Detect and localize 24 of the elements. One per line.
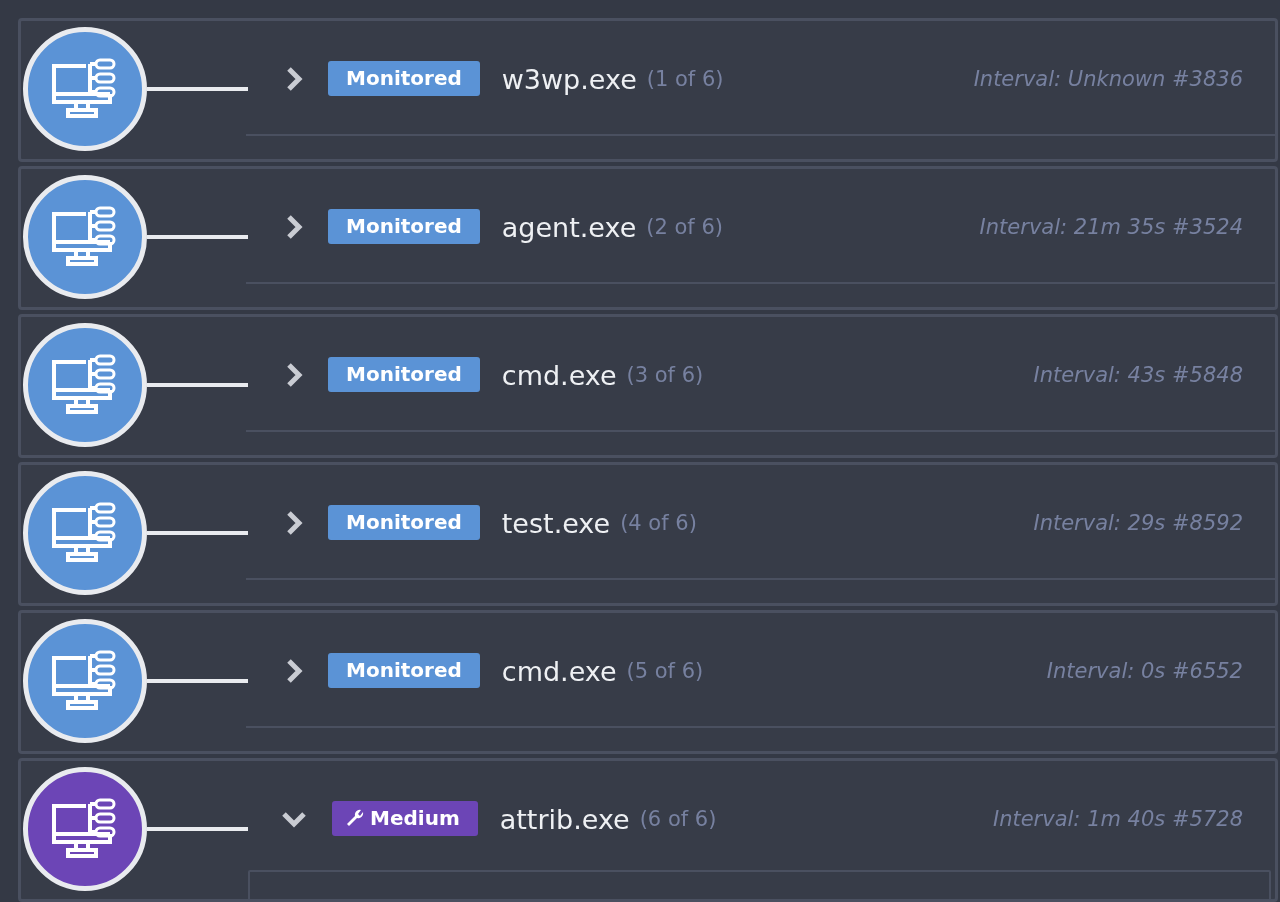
process-name: test.exe — [501, 507, 611, 539]
process-name: cmd.exe — [501, 359, 617, 391]
interval-text: Interval: 1m 40s #5728 — [992, 807, 1243, 831]
badge-label: Medium — [370, 806, 460, 830]
badge-label: Monitored — [346, 214, 462, 238]
process-name: attrib.exe — [499, 803, 630, 835]
badge-label: Monitored — [346, 362, 462, 386]
process-count: (1 of 6) — [646, 67, 724, 91]
interval-text: Interval: 0s #6552 — [1046, 659, 1243, 683]
process-name: agent.exe — [501, 211, 637, 243]
interval-text: Interval: 21m 35s #3524 — [979, 215, 1243, 239]
badge-label: Monitored — [346, 66, 462, 90]
badge-label: Monitored — [346, 510, 462, 534]
interval-text: Interval: Unknown #3836 — [973, 67, 1243, 91]
interval-text: Interval: 29s #8592 — [1033, 511, 1243, 535]
process-count: (3 of 6) — [626, 363, 704, 387]
process-count: (4 of 6) — [620, 511, 697, 535]
process-name: cmd.exe — [501, 655, 617, 687]
process-count: (6 of 6) — [639, 807, 717, 831]
badge-label: Monitored — [346, 658, 462, 682]
interval-text: Interval: 43s #5848 — [1033, 363, 1243, 387]
process-count: (2 of 6) — [646, 215, 723, 239]
process-count: (5 of 6) — [626, 659, 704, 683]
process-name: w3wp.exe — [501, 63, 637, 95]
